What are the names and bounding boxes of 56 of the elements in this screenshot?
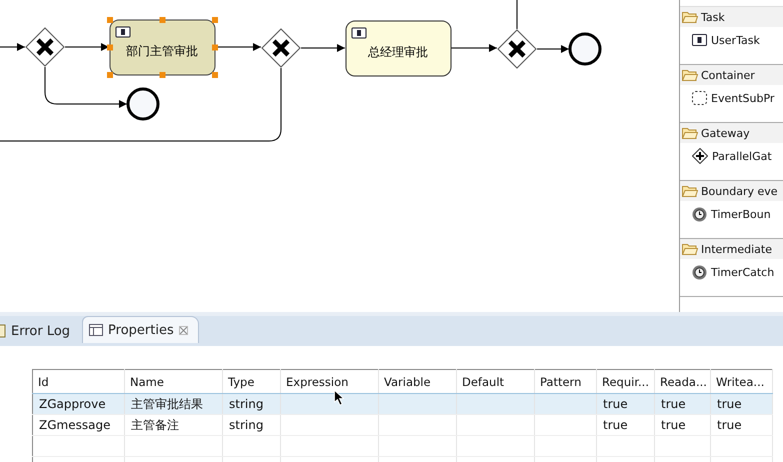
sequence-flow xyxy=(216,43,262,51)
table-row[interactable]: ZGapprove 主管审批结果 string true true true xyxy=(32,394,772,414)
table-cell: string xyxy=(229,418,264,432)
folder-icon xyxy=(682,185,698,197)
view-tab[interactable]: Properties xyxy=(82,316,199,343)
task-label: 总经理审批 xyxy=(368,45,428,59)
folder-icon xyxy=(682,69,698,81)
folder-icon xyxy=(682,243,698,255)
log-icon xyxy=(0,324,6,338)
user-task-icon xyxy=(116,26,130,38)
table-cell: string xyxy=(229,397,264,411)
table-cell: ZGapprove xyxy=(39,397,106,411)
sequence-flow xyxy=(0,43,26,51)
table-cell: true xyxy=(661,418,686,432)
palette-item[interactable]: UserTask xyxy=(680,29,783,51)
timer-icon xyxy=(692,264,707,280)
palette-group-header[interactable]: Task xyxy=(680,7,783,27)
palette-item[interactable]: ParallelGat xyxy=(680,145,783,167)
exclusive-gateway xyxy=(25,27,65,67)
timer-icon xyxy=(692,206,707,222)
table-cell: true xyxy=(603,418,628,432)
palette-group-header[interactable]: Boundary eve xyxy=(680,181,783,201)
sequence-flow xyxy=(536,45,570,53)
palette-item[interactable]: EventSubPr xyxy=(680,87,783,109)
view-tab[interactable]: Error Log xyxy=(0,319,78,343)
folder-icon xyxy=(682,127,698,139)
table-cell: true xyxy=(717,397,742,411)
end-event xyxy=(568,32,602,66)
table-cell: true xyxy=(661,397,686,411)
table-cell: ZGmessage xyxy=(39,418,110,432)
dashed-box-icon xyxy=(692,91,707,105)
end-event xyxy=(126,88,160,120)
sequence-flow xyxy=(64,43,110,51)
palette-group-header[interactable]: Intermediate xyxy=(680,239,783,259)
table-row[interactable]: ZGmessage 主管备注 string true true true xyxy=(32,414,772,436)
folder-icon xyxy=(682,11,698,23)
task-label: 部门主管审批 xyxy=(126,44,198,58)
palette-group-header[interactable]: Container xyxy=(680,65,783,85)
user-task-icon xyxy=(692,34,707,46)
exclusive-gateway xyxy=(261,28,301,68)
table-cell: 主管审批结果 xyxy=(131,396,203,410)
table-cell: true xyxy=(717,418,742,432)
close-icon[interactable] xyxy=(178,326,188,334)
user-task[interactable] xyxy=(346,20,452,76)
sequence-flow xyxy=(300,44,346,52)
palette-item[interactable]: TimerBoun xyxy=(680,203,783,225)
sequence-flow xyxy=(450,44,498,52)
user-task-icon xyxy=(352,28,366,38)
exclusive-gateway xyxy=(497,29,537,69)
palette-item[interactable]: TimerCatch xyxy=(680,261,783,283)
table-cell: true xyxy=(603,397,628,411)
mouse-cursor-icon xyxy=(334,390,344,406)
parallel-gateway-icon xyxy=(692,148,708,164)
palette-group-header[interactable]: Gateway xyxy=(680,123,783,143)
table-icon xyxy=(89,324,104,336)
table-cell: 主管备注 xyxy=(131,418,179,432)
